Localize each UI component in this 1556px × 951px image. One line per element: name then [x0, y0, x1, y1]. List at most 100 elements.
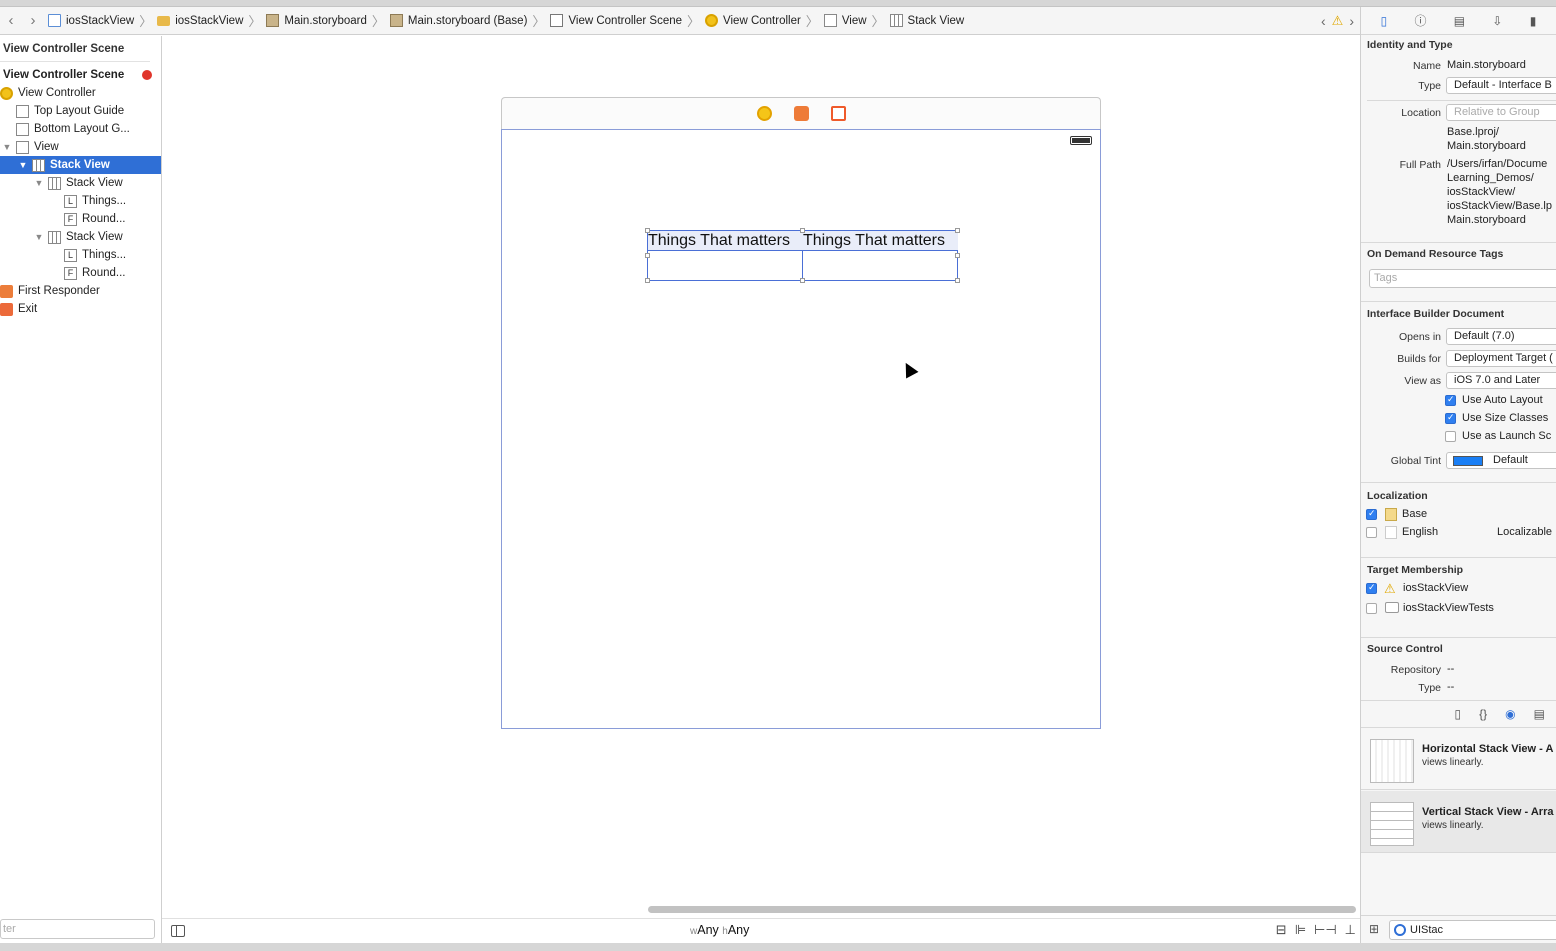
opens-in-popup[interactable]: Default (7.0) [1446, 328, 1556, 345]
outline-item-bottom-layout-guide[interactable]: Bottom Layout G... [0, 120, 161, 138]
things-label[interactable]: Things That matters [648, 231, 803, 251]
outline-item-label[interactable]: L Things... [0, 192, 161, 210]
warning-icon[interactable]: ⚠ [1332, 13, 1344, 29]
resize-handle[interactable] [955, 278, 960, 283]
breadcrumb-project[interactable]: iosStackView [48, 14, 134, 27]
resize-handle[interactable] [955, 253, 960, 258]
stack-view-icon [48, 230, 61, 244]
error-badge-icon[interactable] [142, 70, 152, 80]
media-library-icon[interactable]: ▤ [1534, 707, 1545, 721]
library-item-desc: views linearly. [1422, 820, 1484, 831]
outline-item-top-layout-guide[interactable]: Top Layout Guide [0, 102, 161, 120]
resize-handle[interactable] [645, 278, 650, 283]
back-arrow-icon[interactable]: ‹ [0, 7, 22, 35]
breadcrumb-storyboard[interactable]: Main.storyboard [266, 14, 367, 27]
size-class-control[interactable]: wAny hAny [690, 923, 749, 937]
view-controller-icon[interactable] [756, 106, 772, 121]
outline-item-scene[interactable]: View Controller Scene [0, 66, 161, 84]
outline-item-stack-view[interactable]: ▼ Stack View [0, 228, 161, 246]
previous-issue-icon[interactable]: ‹ [1321, 13, 1326, 29]
full-path-value: Learning_Demos/ [1447, 172, 1534, 184]
stack-view-column[interactable]: Things That matters [803, 231, 958, 282]
text-field-icon: F [64, 266, 77, 280]
chevron-right-icon: 〉 [371, 14, 385, 29]
disclosure-triangle-icon[interactable]: ▼ [34, 232, 44, 242]
storyboard-canvas[interactable]: Things That matters Things That matters [162, 36, 1360, 916]
file-inspector-icon[interactable]: ▯ [1381, 14, 1388, 28]
pin-icon[interactable]: ⊢⊣ [1314, 922, 1337, 938]
outline-tree: View Controller Scene View Controller To… [0, 66, 161, 318]
outline-filter-input[interactable]: ter [0, 919, 155, 939]
outline-item-first-responder[interactable]: First Responder [0, 282, 161, 300]
size-inspector-icon[interactable]: ▮ [1530, 14, 1537, 28]
library-item-title: Horizontal Stack View - A [1422, 743, 1554, 755]
view-as-popup[interactable]: iOS 7.0 and Later [1446, 372, 1556, 389]
english-localization-checkbox[interactable] [1366, 527, 1377, 538]
identity-inspector-icon[interactable]: ▤ [1454, 14, 1465, 28]
object-library-icon[interactable]: ◉ [1505, 707, 1515, 721]
breadcrumb-scene[interactable]: View Controller Scene [550, 14, 682, 27]
quick-help-icon[interactable]: ⓘ [1415, 12, 1427, 29]
horizontal-scrollbar[interactable] [648, 906, 1356, 913]
exit-icon[interactable] [830, 106, 846, 121]
library-item-horizontal-stack[interactable]: Horizontal Stack View - A views linearly… [1361, 728, 1556, 790]
breadcrumb-view[interactable]: View [823, 14, 867, 27]
tags-field[interactable]: Tags [1369, 269, 1556, 288]
auto-layout-checkbox[interactable] [1445, 394, 1456, 406]
view-controller-scene[interactable]: Things That matters Things That matters [501, 129, 1101, 729]
disclosure-triangle-icon[interactable]: ▼ [34, 178, 44, 188]
launch-screen-checkbox[interactable] [1445, 431, 1456, 442]
things-label[interactable]: Things That matters [803, 231, 958, 251]
stack-view-column[interactable]: Things That matters [648, 231, 803, 282]
outline-item-text-field[interactable]: F Round... [0, 264, 161, 282]
inspector-tabs: ▯ ⓘ ▤ ⇩ ▮ [1361, 7, 1556, 35]
stack-view-selection[interactable]: Things That matters Things That matters [645, 228, 960, 283]
stack-icon[interactable]: ⊟ [1276, 922, 1287, 938]
resize-handle[interactable] [645, 228, 650, 233]
outline-item-exit[interactable]: Exit [0, 300, 161, 318]
resize-handle[interactable] [955, 228, 960, 233]
breadcrumb-storyboard-base[interactable]: Main.storyboard (Base) [389, 14, 527, 27]
outline-item-view-controller[interactable]: View Controller [0, 84, 161, 102]
library-search-input[interactable]: UIStac [1389, 920, 1556, 940]
outline-item-stack-view-selected[interactable]: ▼ Stack View [0, 156, 161, 174]
grid-view-icon[interactable]: ⊞ [1369, 922, 1379, 936]
stack-view-icon [889, 14, 903, 27]
breadcrumb-folder[interactable]: iosStackView [157, 15, 243, 27]
code-snippet-library-icon[interactable]: {} [1479, 707, 1487, 721]
library-item-vertical-stack[interactable]: Vertical Stack View - Arra views linearl… [1361, 791, 1556, 853]
breadcrumb-view-controller[interactable]: View Controller [705, 14, 801, 27]
outline-item-stack-view[interactable]: ▼ Stack View [0, 174, 161, 192]
first-responder-icon[interactable] [793, 106, 809, 121]
breadcrumb-stack-view[interactable]: Stack View [889, 14, 964, 27]
next-issue-icon[interactable]: › [1349, 13, 1354, 29]
attributes-inspector-icon[interactable]: ⇩ [1492, 14, 1502, 28]
label-icon: L [64, 194, 77, 208]
exit-icon [0, 302, 13, 316]
builds-for-popup[interactable]: Deployment Target ( [1446, 350, 1556, 367]
outline-item-text-field[interactable]: F Round... [0, 210, 161, 228]
forward-arrow-icon[interactable]: › [22, 7, 44, 35]
chevron-right-icon: 〉 [139, 14, 153, 29]
outline-item-view[interactable]: ▼ View [0, 138, 161, 156]
tint-color-swatch[interactable] [1453, 456, 1483, 466]
outline-toggle-icon[interactable] [171, 925, 185, 937]
type-popup[interactable]: Default - Interface B [1446, 77, 1556, 94]
align-icon[interactable]: ⊫ [1295, 922, 1306, 938]
repository-label: Repository [1390, 664, 1441, 676]
location-popup[interactable]: Relative to Group [1446, 104, 1556, 121]
full-path-value: iosStackView/Base.lp [1447, 200, 1552, 212]
outline-item-label[interactable]: L Things... [0, 246, 161, 264]
size-classes-checkbox[interactable] [1445, 412, 1456, 424]
resize-handle[interactable] [800, 278, 805, 283]
resize-handle[interactable] [645, 253, 650, 258]
base-localization-checkbox[interactable] [1366, 508, 1377, 520]
tests-target-checkbox[interactable] [1366, 603, 1377, 614]
file-template-library-icon[interactable]: ▯ [1455, 707, 1462, 721]
disclosure-triangle-icon[interactable]: ▼ [2, 142, 12, 152]
chevron-right-icon: 〉 [532, 14, 546, 29]
resize-handle[interactable] [800, 228, 805, 233]
disclosure-triangle-icon[interactable]: ▼ [18, 160, 28, 170]
app-target-checkbox[interactable] [1366, 582, 1377, 594]
resolve-icon[interactable]: ⊥ [1345, 922, 1356, 938]
